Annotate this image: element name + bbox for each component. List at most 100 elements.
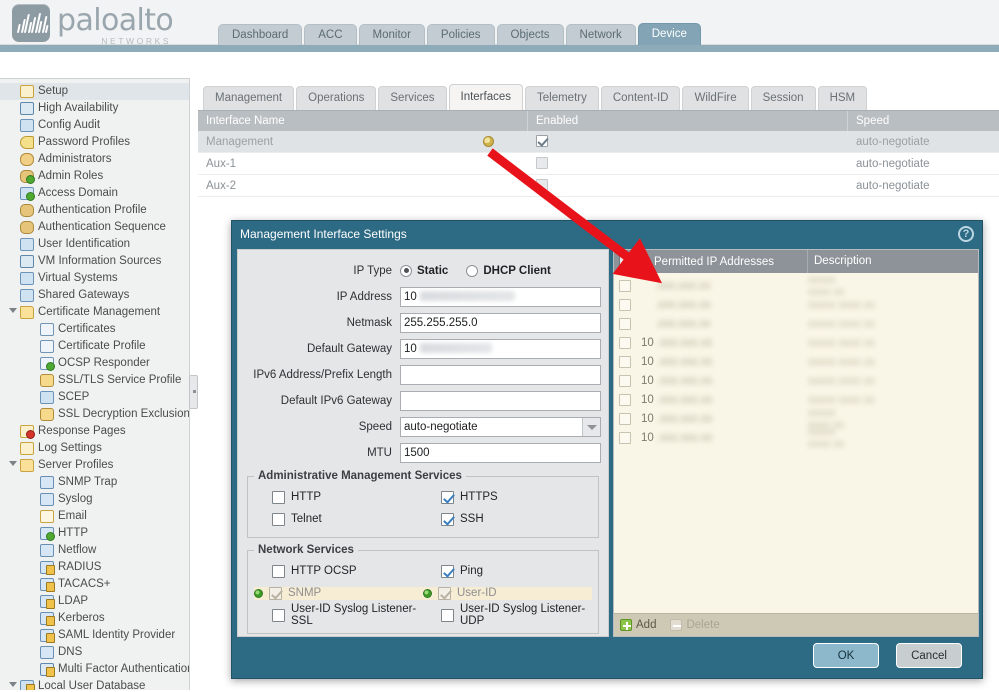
checkbox-indicator[interactable]: [269, 587, 282, 600]
sidebar-item-vm-information-sources[interactable]: VM Information Sources: [0, 253, 189, 270]
sidebar-item-access-domain[interactable]: Access Domain: [0, 185, 189, 202]
checkbox-snmp[interactable]: SNMP: [254, 587, 423, 600]
chevron-down-icon[interactable]: [9, 308, 17, 313]
sidebar-item-radius[interactable]: RADIUS: [0, 559, 189, 576]
permitted-ip-row[interactable]: .xxx.xxx.xxxxxxx xxxx xx: [614, 314, 978, 333]
table-row[interactable]: Aux-1auto-negotiate: [198, 153, 999, 175]
row-select-checkbox[interactable]: [619, 394, 631, 406]
sidebar-item-netflow[interactable]: Netflow: [0, 542, 189, 559]
checkbox-http[interactable]: HTTP: [254, 491, 423, 504]
subtab-hsm[interactable]: HSM: [818, 86, 868, 110]
checkbox-user-id-syslog-listener-ssl[interactable]: User-ID Syslog Listener-SSL: [254, 603, 423, 627]
delete-button[interactable]: Delete: [670, 619, 719, 631]
checkbox-indicator[interactable]: [441, 513, 454, 526]
permitted-ip-row[interactable]: 10.xxx.xxx.xxxxxxx xxxx xx: [614, 428, 978, 447]
table-row[interactable]: Aux-2auto-negotiate: [198, 175, 999, 197]
table-row[interactable]: Managementauto-negotiate: [198, 131, 999, 153]
subtab-content-id[interactable]: Content-ID: [601, 86, 681, 110]
checkbox-https[interactable]: HTTPS: [423, 491, 592, 504]
sidebar-item-certificate-profile[interactable]: Certificate Profile: [0, 338, 189, 355]
enabled-checkbox[interactable]: [536, 135, 548, 147]
permitted-select-all-checkbox[interactable]: [619, 256, 631, 268]
column-header-description[interactable]: Description: [808, 250, 978, 273]
sidebar-splitter-handle[interactable]: [189, 375, 198, 409]
row-select-checkbox[interactable]: [619, 413, 631, 425]
checkbox-telnet[interactable]: Telnet: [254, 513, 423, 526]
sidebar-item-config-audit[interactable]: Config Audit: [0, 117, 189, 134]
radio-dhcp-client[interactable]: DHCP Client: [466, 265, 551, 277]
row-select-checkbox[interactable]: [619, 375, 631, 387]
permitted-ip-row[interactable]: 10.xxx.xxx.xxxxxxx xxxx xx: [614, 371, 978, 390]
checkbox-indicator[interactable]: [272, 491, 285, 504]
sidebar-item-setup[interactable]: Setup: [0, 83, 189, 100]
input-ipv6-address-prefix-length[interactable]: [400, 365, 601, 385]
sidebar-item-scep[interactable]: SCEP: [0, 389, 189, 406]
checkbox-user-id[interactable]: User-ID: [423, 587, 592, 600]
input-ip-address[interactable]: 10: [400, 287, 601, 307]
column-header-enabled[interactable]: Enabled: [528, 111, 848, 131]
checkbox-indicator[interactable]: [272, 565, 285, 578]
sidebar-item-snmp-trap[interactable]: SNMP Trap: [0, 474, 189, 491]
sidebar-item-http[interactable]: HTTP: [0, 525, 189, 542]
subtab-management[interactable]: Management: [203, 86, 294, 110]
permitted-select-all-cell[interactable]: [614, 250, 636, 273]
sidebar-item-tacacs-[interactable]: TACACS+: [0, 576, 189, 593]
help-icon[interactable]: ?: [958, 226, 974, 242]
sidebar-item-ocsp-responder[interactable]: OCSP Responder: [0, 355, 189, 372]
sidebar-item-saml-identity-provider[interactable]: SAML Identity Provider: [0, 627, 189, 644]
device-sidebar[interactable]: SetupHigh AvailabilityConfig AuditPasswo…: [0, 78, 190, 692]
subtab-wildfire[interactable]: WildFire: [682, 86, 748, 110]
column-header-interface-name[interactable]: Interface Name: [198, 111, 528, 131]
row-select-checkbox[interactable]: [619, 337, 631, 349]
sidebar-item-certificates[interactable]: Certificates: [0, 321, 189, 338]
row-select-checkbox[interactable]: [619, 299, 631, 311]
main-tab-policies[interactable]: Policies: [427, 24, 495, 45]
sidebar-item-dns[interactable]: DNS: [0, 644, 189, 661]
sidebar-item-shared-gateways[interactable]: Shared Gateways: [0, 287, 189, 304]
chevron-down-icon[interactable]: [582, 418, 600, 436]
sidebar-item-ldap[interactable]: LDAP: [0, 593, 189, 610]
checkbox-user-id-syslog-listener-udp[interactable]: User-ID Syslog Listener-UDP: [423, 603, 592, 627]
input-netmask[interactable]: 255.255.255.0: [400, 313, 601, 333]
checkbox-indicator[interactable]: [272, 609, 285, 622]
main-tab-monitor[interactable]: Monitor: [359, 24, 425, 45]
radio-static[interactable]: Static: [400, 265, 448, 277]
checkbox-indicator[interactable]: [441, 609, 454, 622]
checkbox-ping[interactable]: Ping: [423, 565, 592, 578]
select-speed[interactable]: auto-negotiate: [400, 417, 601, 437]
input-default-ipv6-gateway[interactable]: [400, 391, 601, 411]
permitted-ip-row[interactable]: 10.xxx.xxx.xxxxxxx xxxx xx: [614, 352, 978, 371]
checkbox-indicator[interactable]: [441, 491, 454, 504]
row-select-checkbox[interactable]: [619, 356, 631, 368]
add-button[interactable]: Add: [620, 619, 656, 631]
sidebar-item-administrators[interactable]: Administrators: [0, 151, 189, 168]
sidebar-item-certificate-management[interactable]: Certificate Management: [0, 304, 189, 321]
sidebar-item-password-profiles[interactable]: Password Profiles: [0, 134, 189, 151]
subtab-services[interactable]: Services: [378, 86, 446, 110]
sidebar-item-ssl-decryption-exclusion[interactable]: SSL Decryption Exclusion: [0, 406, 189, 423]
main-tab-objects[interactable]: Objects: [497, 24, 564, 45]
permitted-ip-row[interactable]: .xxx.xxx.xxxxxxx xxxx xx: [614, 295, 978, 314]
main-tab-dashboard[interactable]: Dashboard: [218, 24, 302, 45]
input-default-gateway[interactable]: 10: [400, 339, 601, 359]
checkbox-indicator[interactable]: [272, 513, 285, 526]
sidebar-item-multi-factor-authentication[interactable]: Multi Factor Authentication: [0, 661, 189, 678]
column-header-permitted-ip[interactable]: Permitted IP Addresses: [636, 250, 808, 273]
sidebar-item-kerberos[interactable]: Kerberos: [0, 610, 189, 627]
sidebar-item-virtual-systems[interactable]: Virtual Systems: [0, 270, 189, 287]
row-select-checkbox[interactable]: [619, 432, 631, 444]
input-mtu[interactable]: 1500: [400, 443, 601, 463]
main-tab-network[interactable]: Network: [566, 24, 636, 45]
subtab-session[interactable]: Session: [751, 86, 816, 110]
row-select-checkbox[interactable]: [619, 318, 631, 330]
chevron-down-icon[interactable]: [9, 461, 17, 466]
enabled-checkbox[interactable]: [536, 179, 548, 191]
subtab-interfaces[interactable]: Interfaces: [449, 84, 524, 110]
checkbox-indicator[interactable]: [438, 587, 451, 600]
sidebar-item-email[interactable]: Email: [0, 508, 189, 525]
subtab-operations[interactable]: Operations: [296, 86, 376, 110]
sidebar-item-user-identification[interactable]: User Identification: [0, 236, 189, 253]
sidebar-item-syslog[interactable]: Syslog: [0, 491, 189, 508]
checkbox-indicator[interactable]: [441, 565, 454, 578]
permitted-ip-row[interactable]: 10.xxx.xxx.xxxxxxx xxxx xx: [614, 333, 978, 352]
